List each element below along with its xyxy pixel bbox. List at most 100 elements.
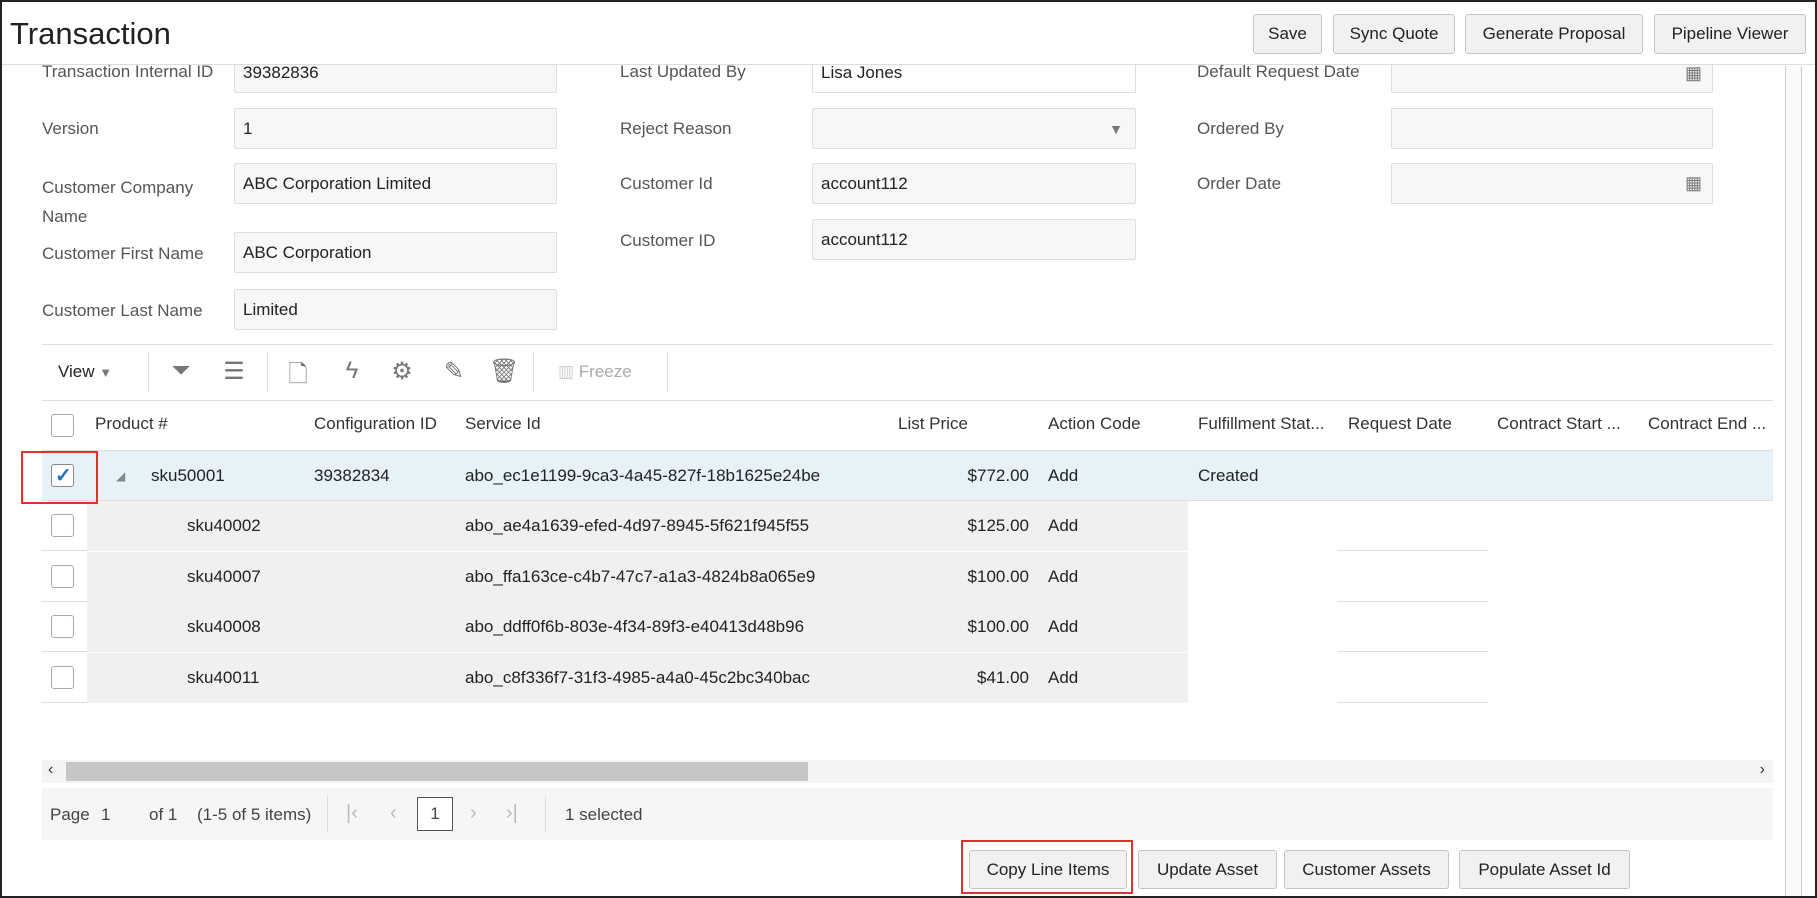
list-price-cell: $100.00 bbox=[967, 566, 1029, 586]
generate-proposal-button[interactable]: Generate Proposal bbox=[1465, 14, 1643, 54]
table-row[interactable]: sku40011 abo_c8f336f7-31f3-4985-a4a0-45c2… bbox=[42, 652, 1773, 703]
divider bbox=[533, 352, 534, 392]
version-field[interactable]: 1 bbox=[234, 108, 557, 149]
row-cell-bg bbox=[1188, 652, 1338, 703]
table-row[interactable]: sku40007 abo_ffa163ce-c4b7-47c7-a1a3-4824… bbox=[42, 551, 1773, 602]
select-all-checkbox[interactable] bbox=[51, 414, 74, 437]
version-label: Version bbox=[42, 119, 99, 138]
sync-quote-button[interactable]: Sync Quote bbox=[1333, 14, 1455, 54]
order-date-label: Order Date bbox=[1197, 174, 1282, 193]
customer-id-2-field[interactable]: account112 bbox=[812, 219, 1136, 260]
calendar-icon[interactable]: ▦ bbox=[1685, 63, 1702, 84]
column-header-action-code[interactable]: Action Code bbox=[1048, 414, 1141, 434]
row-checkbox[interactable] bbox=[51, 564, 74, 588]
last-page-icon[interactable]: ›| bbox=[506, 802, 518, 825]
next-page-icon[interactable]: › bbox=[470, 802, 477, 825]
divider bbox=[545, 796, 546, 832]
list-price-cell: $772.00 bbox=[967, 466, 1029, 485]
action-code-cell: Add bbox=[1048, 566, 1079, 586]
highlight-copy-line-items bbox=[961, 840, 1133, 894]
row-cell-bg bbox=[1188, 501, 1338, 552]
row-cell-bg bbox=[1488, 551, 1773, 602]
column-header-fulfillment-status[interactable]: Fulfillment Stat... bbox=[1198, 414, 1325, 434]
calendar-clock-icon[interactable]: ▦ bbox=[1685, 173, 1702, 194]
reject-reason-label: Reject Reason bbox=[620, 119, 732, 138]
table-row[interactable]: sku40008 abo_ddff0f6b-803e-4f34-89f3-e404… bbox=[42, 602, 1773, 653]
action-code-cell: Add bbox=[1048, 516, 1079, 536]
trash-icon[interactable]: 🗑 bbox=[489, 357, 519, 386]
add-filter-icon[interactable]: ⏷ bbox=[166, 357, 196, 385]
row-checkbox[interactable] bbox=[51, 615, 74, 639]
add-flash-icon[interactable]: ϟ bbox=[337, 357, 367, 385]
product-cell: sku40002 bbox=[187, 516, 261, 536]
customer-assets-button[interactable]: Customer Assets bbox=[1284, 850, 1449, 889]
row-cell-bg bbox=[1488, 501, 1773, 552]
row-cell-bg bbox=[1188, 602, 1338, 653]
order-date-field[interactable]: ▦ bbox=[1391, 163, 1713, 204]
item-range: (1-5 of 5 items) bbox=[197, 805, 312, 824]
gear-icon[interactable]: ⚙ bbox=[387, 357, 417, 386]
freeze-label: Freeze bbox=[578, 362, 632, 381]
first-page-icon[interactable]: |‹ bbox=[346, 802, 358, 825]
column-header-service-id[interactable]: Service Id bbox=[465, 414, 541, 434]
column-header-configuration-id[interactable]: Configuration ID bbox=[314, 414, 437, 434]
row-checkbox[interactable] bbox=[51, 514, 74, 538]
reject-reason-select[interactable]: ▼ bbox=[812, 108, 1136, 149]
product-cell: sku40011 bbox=[187, 667, 260, 687]
row-checkbox[interactable] bbox=[51, 665, 74, 689]
customer-company-name-field[interactable]: ABC Corporation Limited bbox=[234, 163, 557, 204]
prev-page-icon[interactable]: ‹ bbox=[390, 802, 397, 825]
customer-id-label: Customer Id bbox=[620, 174, 713, 193]
column-header-contract-end[interactable]: Contract End ... bbox=[1648, 414, 1766, 434]
column-header-list-price[interactable]: List Price bbox=[898, 414, 968, 434]
divider bbox=[42, 400, 1773, 401]
horizontal-scrollbar[interactable]: ‹ › bbox=[42, 760, 1773, 783]
customer-id-field[interactable]: account112 bbox=[812, 163, 1136, 204]
freeze-button[interactable]: ▥ Freeze bbox=[558, 362, 632, 382]
service-id-cell: abo_c8f336f7-31f3-4985-a4a0-45c2bc340bac bbox=[465, 667, 810, 687]
highlight-checkbox bbox=[21, 451, 98, 504]
view-label: View bbox=[58, 362, 95, 381]
column-header-product[interactable]: Product # bbox=[95, 414, 168, 434]
expand-triangle-icon[interactable]: ◢ bbox=[116, 451, 125, 501]
list-price-cell: $125.00 bbox=[967, 516, 1029, 536]
pipeline-viewer-button[interactable]: Pipeline Viewer bbox=[1654, 14, 1806, 54]
divider bbox=[148, 352, 149, 392]
service-id-cell: abo_ddff0f6b-803e-4f34-89f3-e40413d48b96 bbox=[465, 617, 805, 637]
customer-first-name-field[interactable]: ABC Corporation bbox=[234, 232, 557, 273]
action-code-cell: Add bbox=[1048, 466, 1079, 485]
column-header-contract-start[interactable]: Contract Start ... bbox=[1497, 414, 1621, 434]
add-document-icon[interactable]: 🗋 bbox=[283, 357, 313, 398]
filter-list-icon[interactable]: ☰ bbox=[219, 357, 249, 386]
table-row[interactable]: sku40002 abo_ae4a1639-efed-4d97-8945-5f62… bbox=[42, 501, 1773, 552]
ordered-by-field[interactable] bbox=[1391, 108, 1713, 149]
service-id-cell: abo_ec1e1199-9ca3-4a45-827f-18b1625e24be bbox=[465, 466, 821, 485]
row-cell-bg bbox=[1488, 652, 1773, 703]
page-title: Transaction bbox=[10, 16, 171, 51]
populate-asset-id-button[interactable]: Populate Asset Id bbox=[1459, 850, 1630, 889]
current-page-button[interactable]: 1 bbox=[417, 797, 453, 831]
table-row[interactable]: ✓ ◢ sku50001 39382834 abo_ec1e1199-9ca3-… bbox=[42, 451, 1773, 501]
ordered-by-label: Ordered By bbox=[1197, 119, 1284, 138]
scrollbar-thumb[interactable] bbox=[66, 762, 808, 781]
product-cell: sku40008 bbox=[187, 617, 261, 637]
update-asset-button[interactable]: Update Asset bbox=[1138, 850, 1277, 889]
list-price-cell: $41.00 bbox=[977, 667, 1029, 687]
vertical-scrollbar[interactable] bbox=[1785, 66, 1802, 896]
column-header-request-date[interactable]: Request Date bbox=[1348, 414, 1452, 434]
divider bbox=[42, 344, 1773, 345]
scroll-right-icon[interactable]: › bbox=[1760, 761, 1765, 779]
page-label: Page bbox=[50, 805, 90, 824]
page-count: of 1 bbox=[149, 805, 178, 824]
page-input[interactable]: 1 bbox=[101, 805, 110, 825]
save-button[interactable]: Save bbox=[1253, 14, 1322, 54]
scroll-left-icon[interactable]: ‹ bbox=[48, 761, 53, 779]
view-menu[interactable]: View ▼ bbox=[58, 362, 112, 382]
product-cell: sku50001 bbox=[151, 466, 225, 485]
customer-first-name-label: Customer First Name bbox=[42, 244, 204, 263]
customer-last-name-field[interactable]: Limited bbox=[234, 289, 557, 330]
customer-id-2-label: Customer ID bbox=[620, 231, 716, 250]
divider bbox=[327, 796, 328, 832]
product-cell: sku40007 bbox=[187, 566, 261, 586]
pencil-icon[interactable]: ✎ bbox=[439, 357, 469, 386]
